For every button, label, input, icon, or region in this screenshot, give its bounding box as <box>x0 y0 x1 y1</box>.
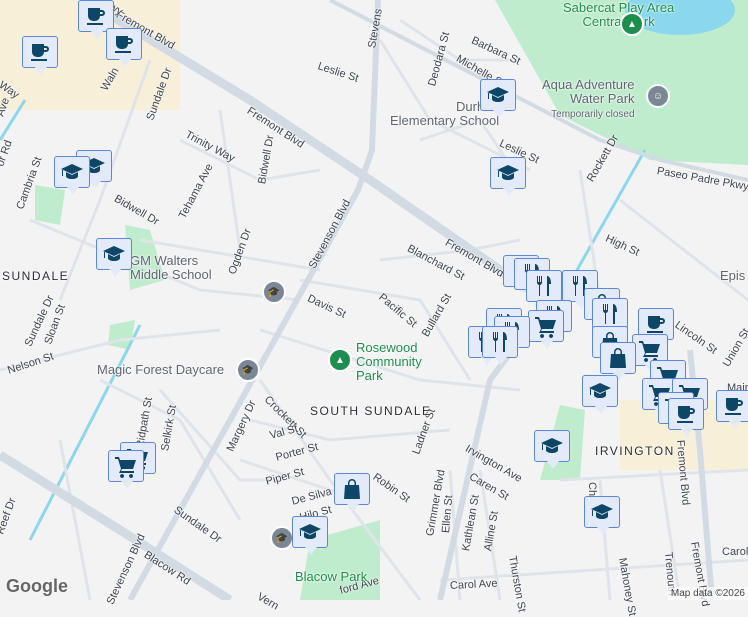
graduation-cap-icon <box>101 242 127 266</box>
cafe-marker[interactable] <box>106 28 142 67</box>
gm-walters-label[interactable]: GM Walters Middle School <box>130 254 212 282</box>
magic-forest-label[interactable]: Magic Forest Daycare <box>97 362 224 377</box>
place-name: Middle School <box>130 267 212 282</box>
coffee-cup-icon <box>27 40 53 64</box>
graduation-cap-icon <box>485 83 511 107</box>
street-label: Carol <box>722 546 748 558</box>
episcopal-label[interactable]: Epis <box>720 268 745 283</box>
place-name: Durh <box>456 99 485 114</box>
coffee-cup-icon <box>643 312 669 336</box>
place-name: Elementary School <box>390 113 500 128</box>
shopping-bag-icon <box>605 346 631 370</box>
school-marker[interactable] <box>292 516 328 555</box>
sabercat-play-area-label[interactable]: Sabercat Play Area Central Park <box>563 1 674 29</box>
school-marker[interactable] <box>582 375 618 414</box>
place-name: Park <box>356 368 383 383</box>
school-pin-icon[interactable]: 🎓 <box>270 526 294 550</box>
shopping-marker[interactable] <box>334 473 370 512</box>
place-name: Sabercat Play Area <box>563 0 675 15</box>
graduation-cap-icon <box>589 500 615 524</box>
school-marker[interactable] <box>96 238 132 277</box>
place-name: Central Park <box>582 14 655 29</box>
graduation-cap-icon <box>495 161 521 185</box>
cafe-marker[interactable] <box>22 36 58 75</box>
school-pin-icon[interactable]: 🎓 <box>236 358 260 382</box>
grocery-marker[interactable] <box>108 450 144 489</box>
shopping-marker[interactable] <box>600 342 636 381</box>
shopping-cart-icon <box>113 454 139 478</box>
school-marker[interactable] <box>534 430 570 469</box>
coffee-cup-icon <box>673 402 699 426</box>
street-label: Carol Ave <box>449 577 498 592</box>
school-marker[interactable] <box>480 79 516 118</box>
shopping-cart-icon <box>533 314 559 338</box>
shopping-bag-icon <box>339 477 365 501</box>
graduation-cap-icon <box>297 520 323 544</box>
blacow-park-label[interactable]: Blacow Park <box>295 570 367 584</box>
restaurant-marker[interactable] <box>482 326 518 365</box>
map-canvas[interactable] <box>0 0 748 600</box>
school-marker[interactable] <box>490 157 526 196</box>
aqua-adventure-label[interactable]: Aqua Adventure Water Park Temporarily clos… <box>542 78 635 122</box>
grocery-marker[interactable] <box>528 310 564 349</box>
coffee-cup-icon <box>111 32 137 56</box>
graduation-cap-icon <box>587 379 613 403</box>
school-pin-icon[interactable]: 🎓 <box>262 280 286 304</box>
coffee-cup-icon <box>83 4 109 28</box>
water-park-pin-icon[interactable]: ☺ <box>646 84 670 108</box>
school-marker[interactable] <box>54 156 90 195</box>
rosewood-park-label[interactable]: Rosewood Community Park <box>356 341 422 383</box>
fork-knife-icon <box>487 330 513 354</box>
place-name: Water Park <box>570 91 635 106</box>
place-name: Rosewood <box>356 340 418 355</box>
school-marker[interactable] <box>584 496 620 535</box>
park-pin-icon[interactable]: ▲ <box>620 12 644 36</box>
google-logo: Google <box>6 576 68 596</box>
restaurant-marker[interactable] <box>526 270 562 309</box>
cafe-marker[interactable] <box>716 390 748 429</box>
map-attribution[interactable]: Map data ©2026 <box>667 587 748 600</box>
fork-knife-icon <box>531 274 557 298</box>
fork-knife-icon <box>597 302 623 326</box>
area-label-irvington: IRVINGTON <box>595 444 675 458</box>
place-name: Aqua Adventure <box>542 77 635 92</box>
coffee-cup-icon <box>721 394 747 418</box>
shopping-cart-icon <box>637 338 663 362</box>
park-pin-icon[interactable]: ▲ <box>328 348 352 372</box>
place-name: Community <box>356 354 422 369</box>
area-label-south-sundale: SOUTH SUNDALE <box>310 404 432 418</box>
graduation-cap-icon <box>539 434 565 458</box>
area-label-sundale: SUNDALE <box>2 269 70 283</box>
place-status: Temporarily closed <box>551 109 635 120</box>
place-name: GM Walters <box>130 253 199 268</box>
park-area <box>35 185 65 225</box>
graduation-cap-icon <box>59 160 85 184</box>
cafe-marker[interactable] <box>668 398 704 437</box>
